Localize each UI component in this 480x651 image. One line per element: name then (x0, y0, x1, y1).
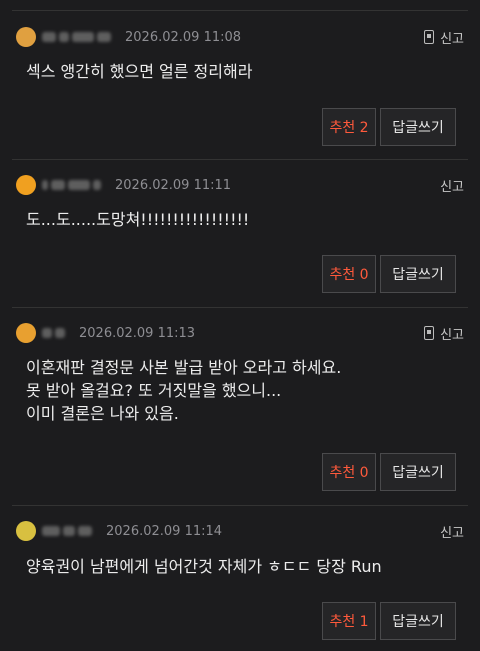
comment-header: 2026.02.09 11:14 신고 (16, 517, 464, 545)
mobile-device-icon (424, 30, 435, 44)
user-avatar[interactable] (16, 175, 36, 195)
reply-button[interactable]: 답글쓰기 (380, 255, 456, 293)
comment-header: 2026.02.09 11:13 신고 (16, 319, 464, 347)
reply-button[interactable]: 답글쓰기 (380, 453, 456, 491)
reply-button[interactable]: 답글쓰기 (380, 108, 456, 146)
report-label: 신고 (440, 179, 464, 195)
user-avatar[interactable] (16, 27, 36, 47)
report-label: 신고 (440, 31, 464, 47)
user-avatar[interactable] (16, 323, 36, 343)
report-label: 신고 (440, 525, 464, 541)
report-label: 신고 (440, 327, 464, 343)
mobile-device-icon (424, 326, 435, 340)
recommend-button[interactable]: 추천 1 (322, 602, 376, 640)
comment-item: 2026.02.09 11:14 신고 양육권이 남편에게 넘어간것 자체가 ㅎ… (12, 506, 468, 651)
report-button[interactable]: 신고 (424, 324, 464, 343)
username-blurred[interactable] (42, 328, 65, 338)
comment-item: 2026.02.09 11:08 신고 섹스 앵간히 했으면 얼른 정리해라 추… (12, 11, 468, 160)
comment-text: 이혼재판 결정문 사본 발급 받아 오라고 하세요. 못 받아 올걸요? 또 거… (26, 358, 342, 423)
comment-actions: 추천 0 답글쓰기 (322, 255, 456, 293)
comment-date: 2026.02.09 11:11 (115, 177, 232, 193)
comment-date: 2026.02.09 11:13 (79, 325, 196, 341)
comment-item: 2026.02.09 11:11 신고 도...도.....도망쳐!!!!!!!… (12, 160, 468, 308)
recommend-button[interactable]: 추천 0 (322, 453, 376, 491)
comment-text: 섹스 앵간히 했으면 얼른 정리해라 (26, 62, 253, 81)
username-blurred[interactable] (42, 180, 101, 190)
comment-text: 도...도.....도망쳐!!!!!!!!!!!!!!!!! (26, 210, 250, 229)
report-button[interactable]: 신고 (440, 176, 464, 195)
username-blurred[interactable] (42, 526, 92, 536)
recommend-button[interactable]: 추천 2 (322, 108, 376, 146)
user-avatar[interactable] (16, 521, 36, 541)
recommend-button[interactable]: 추천 0 (322, 255, 376, 293)
comment-actions: 추천 2 답글쓰기 (322, 108, 456, 146)
reply-button[interactable]: 답글쓰기 (380, 602, 456, 640)
comment-text: 양육권이 남편에게 넘어간것 자체가 ㅎㄷㄷ 당장 Run (26, 557, 382, 576)
comment-item: 2026.02.09 11:13 신고 이혼재판 결정문 사본 발급 받아 오라… (12, 308, 468, 506)
comment-header: 2026.02.09 11:11 신고 (16, 171, 464, 199)
report-button[interactable]: 신고 (424, 28, 464, 47)
username-blurred[interactable] (42, 32, 111, 42)
comment-date: 2026.02.09 11:14 (106, 523, 223, 539)
report-button[interactable]: 신고 (440, 522, 464, 541)
comment-actions: 추천 1 답글쓰기 (322, 602, 456, 640)
comment-actions: 추천 0 답글쓰기 (322, 453, 456, 491)
comment-date: 2026.02.09 11:08 (125, 29, 242, 45)
comment-header: 2026.02.09 11:08 신고 (16, 23, 464, 51)
